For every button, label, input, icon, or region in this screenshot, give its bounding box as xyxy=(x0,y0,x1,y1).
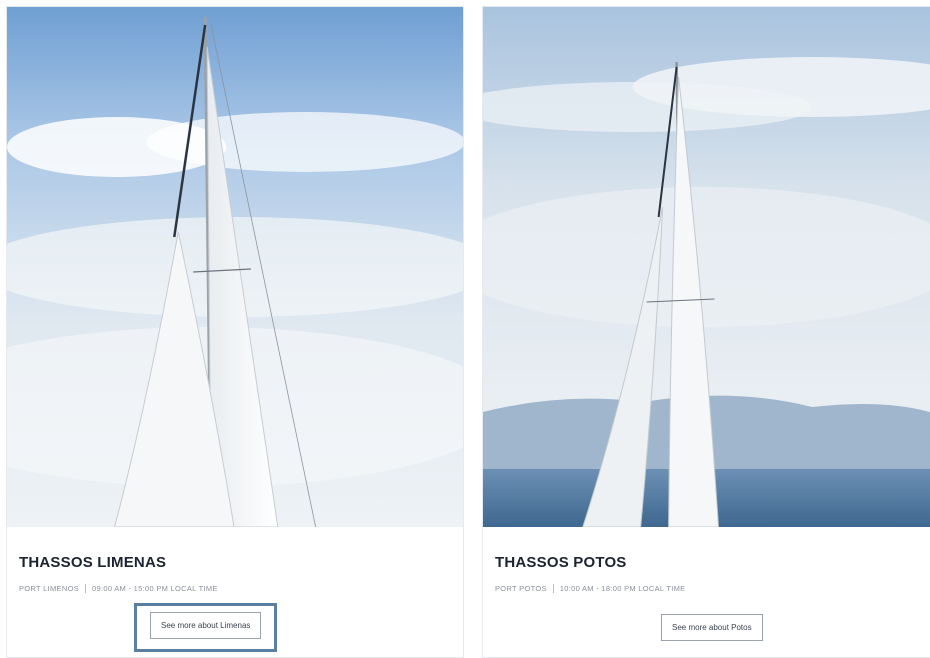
port-name: PORT LIMENOS xyxy=(19,584,80,593)
destination-card-potos: THASSOS POTOS PORT POTOS 10:00 AM - 18:00… xyxy=(482,6,930,658)
opening-hours: 09:00 AM - 15:00 PM LOCAL TIME xyxy=(92,584,218,593)
card-title: THASSOS POTOS xyxy=(495,554,627,571)
opening-hours: 10:00 AM - 18:00 PM LOCAL TIME xyxy=(559,584,686,593)
sailboat-photo xyxy=(483,7,930,527)
port-name: PORT POTOS xyxy=(495,584,547,593)
card-meta: PORT POTOS 10:00 AM - 18:00 PM LOCAL TIME xyxy=(495,584,685,593)
card-meta: PORT LIMENOS 09:00 AM - 15:00 PM LOCAL TI… xyxy=(19,584,218,593)
card-title: THASSOS LIMENAS xyxy=(19,554,167,571)
meta-divider xyxy=(85,584,87,593)
see-more-limenas-button[interactable]: See more about Limenas xyxy=(150,612,262,639)
focus-ring: See more about Limenas xyxy=(134,603,278,652)
sailboat-photo xyxy=(7,7,463,527)
meta-divider xyxy=(552,584,554,593)
destination-card-limenas: THASSOS LIMENAS PORT LIMENOS 09:00 AM - 1… xyxy=(6,6,464,658)
see-more-potos-button[interactable]: See more about Potos xyxy=(661,614,763,641)
